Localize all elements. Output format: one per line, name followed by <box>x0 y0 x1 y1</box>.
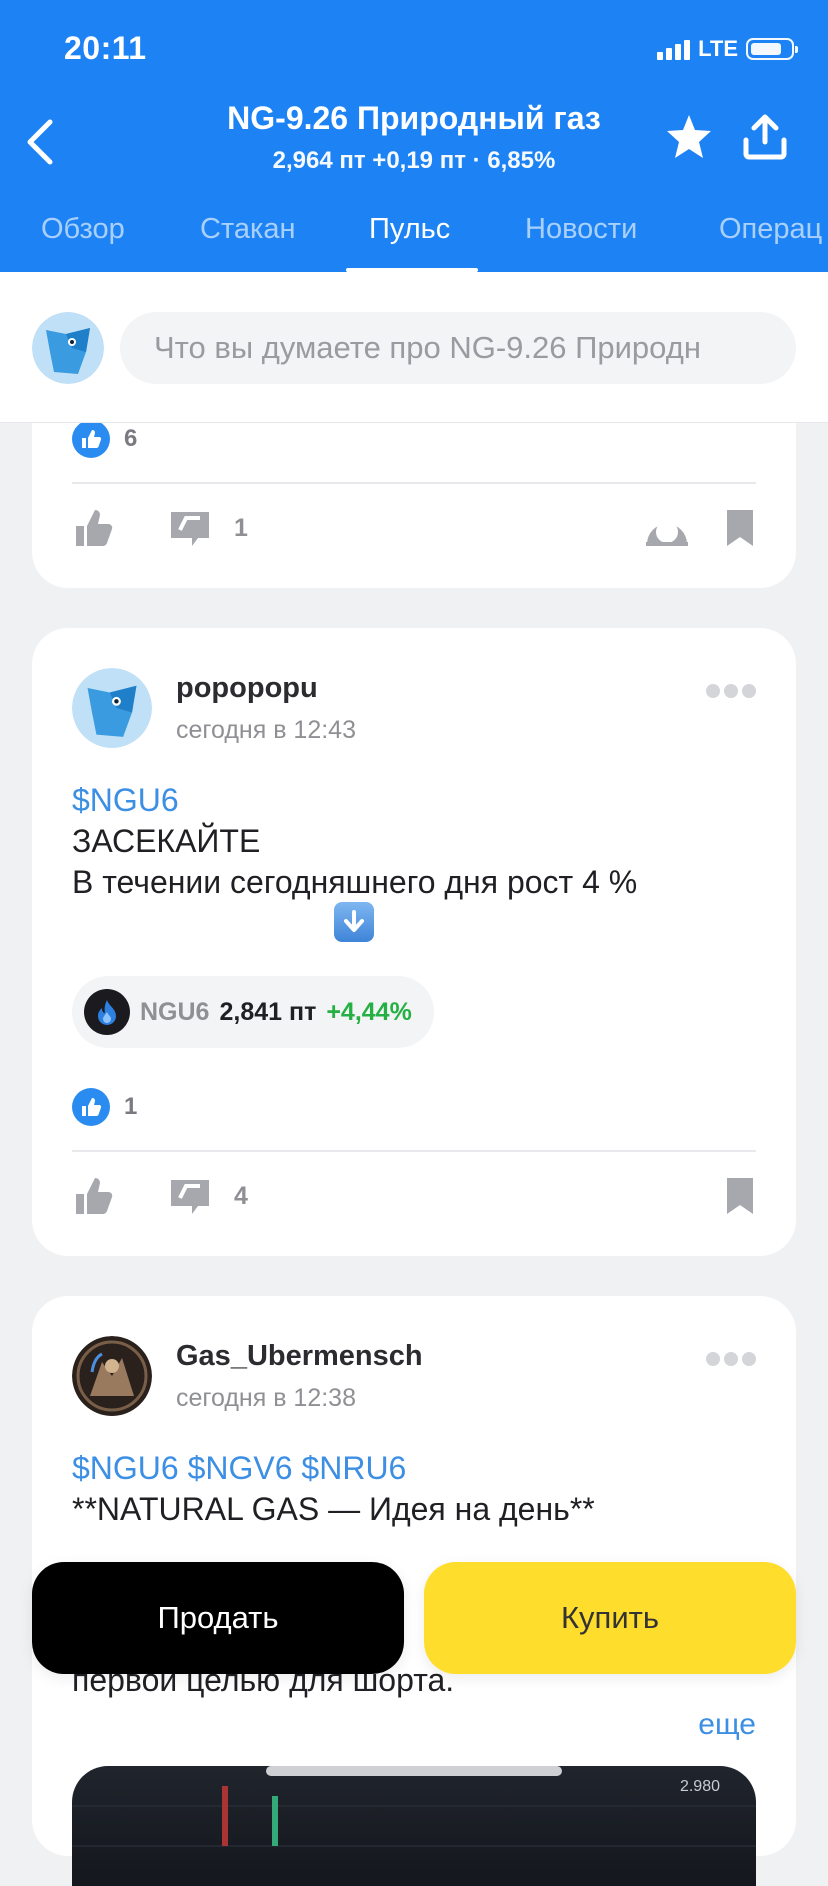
comments-button[interactable]: 1 <box>168 506 248 550</box>
tab-order-book[interactable]: Стакан <box>200 213 296 246</box>
ticker-links[interactable]: $NGU6 $NGV6 $NRU6 <box>72 1448 756 1489</box>
tab-overview[interactable]: Обзор <box>41 213 125 246</box>
likes-summary: 1 <box>72 1088 137 1126</box>
chip-ticker: NGU6 <box>140 997 210 1026</box>
post-composer: Что вы думаете про NG-9.26 Природн <box>0 272 828 423</box>
author-name[interactable]: popopopu <box>176 672 318 705</box>
author-name[interactable]: Gas_Ubermensch <box>176 1340 423 1373</box>
home-indicator[interactable] <box>266 1766 562 1776</box>
post-time: сегодня в 12:38 <box>176 1384 356 1412</box>
more-options-icon[interactable] <box>706 1352 756 1366</box>
battery-icon <box>746 38 798 60</box>
bookmark-icon <box>727 510 753 546</box>
like-button[interactable] <box>72 506 116 550</box>
post-actions: 4 <box>72 1174 756 1230</box>
read-more-link[interactable]: еще <box>698 1708 756 1742</box>
author-avatar[interactable] <box>72 1336 152 1416</box>
post-line: В течении сегодняшнего дня рост 4 % <box>72 864 638 900</box>
cellular-signal-icon <box>657 38 691 60</box>
instrument-chip[interactable]: NGU6 2,841 пт +4,44% <box>72 976 434 1048</box>
likes-summary: 6 <box>72 420 137 458</box>
tab-news[interactable]: Новости <box>525 213 637 246</box>
more-options-icon[interactable] <box>706 684 756 698</box>
post-time: сегодня в 12:43 <box>176 716 356 744</box>
likes-count: 1 <box>124 1093 138 1120</box>
repost-button[interactable] <box>644 506 690 550</box>
like-icon <box>76 1178 113 1214</box>
down-arrow-emoji-icon <box>334 902 374 942</box>
app-header: 20:11 LTE NG-9.26 Природный газ 2,964 пт… <box>0 0 828 272</box>
post-card: popopopu сегодня в 12:43 $NGU6 ЗАСЕКАЙТЕ… <box>32 628 796 1256</box>
buy-button[interactable]: Купить <box>424 1562 796 1674</box>
sell-button[interactable]: Продать <box>32 1562 404 1674</box>
post-body: $NGU6 $NGV6 $NRU6 **NATURAL GAS — Идея н… <box>72 1448 756 1530</box>
network-type: LTE <box>698 36 738 61</box>
tab-pulse[interactable]: Пульс <box>369 213 450 246</box>
post-line: ЗАСЕКАЙТЕ <box>72 823 261 859</box>
status-time: 20:11 <box>64 30 147 66</box>
divider <box>72 1150 756 1152</box>
bookmark-icon <box>727 1178 753 1214</box>
comments-button[interactable]: 4 <box>168 1174 248 1218</box>
comments-count: 4 <box>234 1181 248 1210</box>
likes-count: 6 <box>124 425 138 452</box>
user-avatar[interactable] <box>32 312 104 384</box>
divider <box>72 482 756 484</box>
post-line: **NATURAL GAS — Идея на день** <box>72 1491 595 1527</box>
chart-price-label: 2.980 <box>679 1778 720 1795</box>
post-chart-image[interactable]: 2.980 <box>72 1766 756 1886</box>
instrument-tabs: Обзор Стакан Пульс Новости Операц <box>0 205 828 272</box>
post-actions: 1 <box>72 506 756 562</box>
bookmark-button[interactable] <box>724 1174 756 1218</box>
chip-price: 2,841 пт <box>219 997 317 1026</box>
post-input[interactable]: Что вы думаете про NG-9.26 Природн <box>120 312 796 384</box>
author-avatar[interactable] <box>72 668 152 748</box>
comment-icon <box>171 1180 209 1214</box>
favorite-star-icon[interactable] <box>664 112 714 162</box>
chip-change: +4,44% <box>326 997 412 1026</box>
comment-icon <box>171 512 209 546</box>
post-body: $NGU6 ЗАСЕКАЙТЕ В течении сегодняшнего д… <box>72 780 756 903</box>
bookmark-button[interactable] <box>724 506 756 550</box>
thumbs-up-icon <box>72 1088 110 1126</box>
ticker-link[interactable]: $NGU6 <box>72 780 756 821</box>
share-icon[interactable] <box>740 112 790 162</box>
repost-icon <box>646 521 688 546</box>
status-indicators: LTE <box>657 36 798 62</box>
gas-flame-icon <box>84 989 130 1035</box>
like-icon <box>76 510 113 546</box>
like-button[interactable] <box>72 1174 116 1218</box>
comments-count: 1 <box>234 513 248 542</box>
thumbs-up-icon <box>72 420 110 458</box>
tab-operations[interactable]: Операц <box>719 213 822 246</box>
